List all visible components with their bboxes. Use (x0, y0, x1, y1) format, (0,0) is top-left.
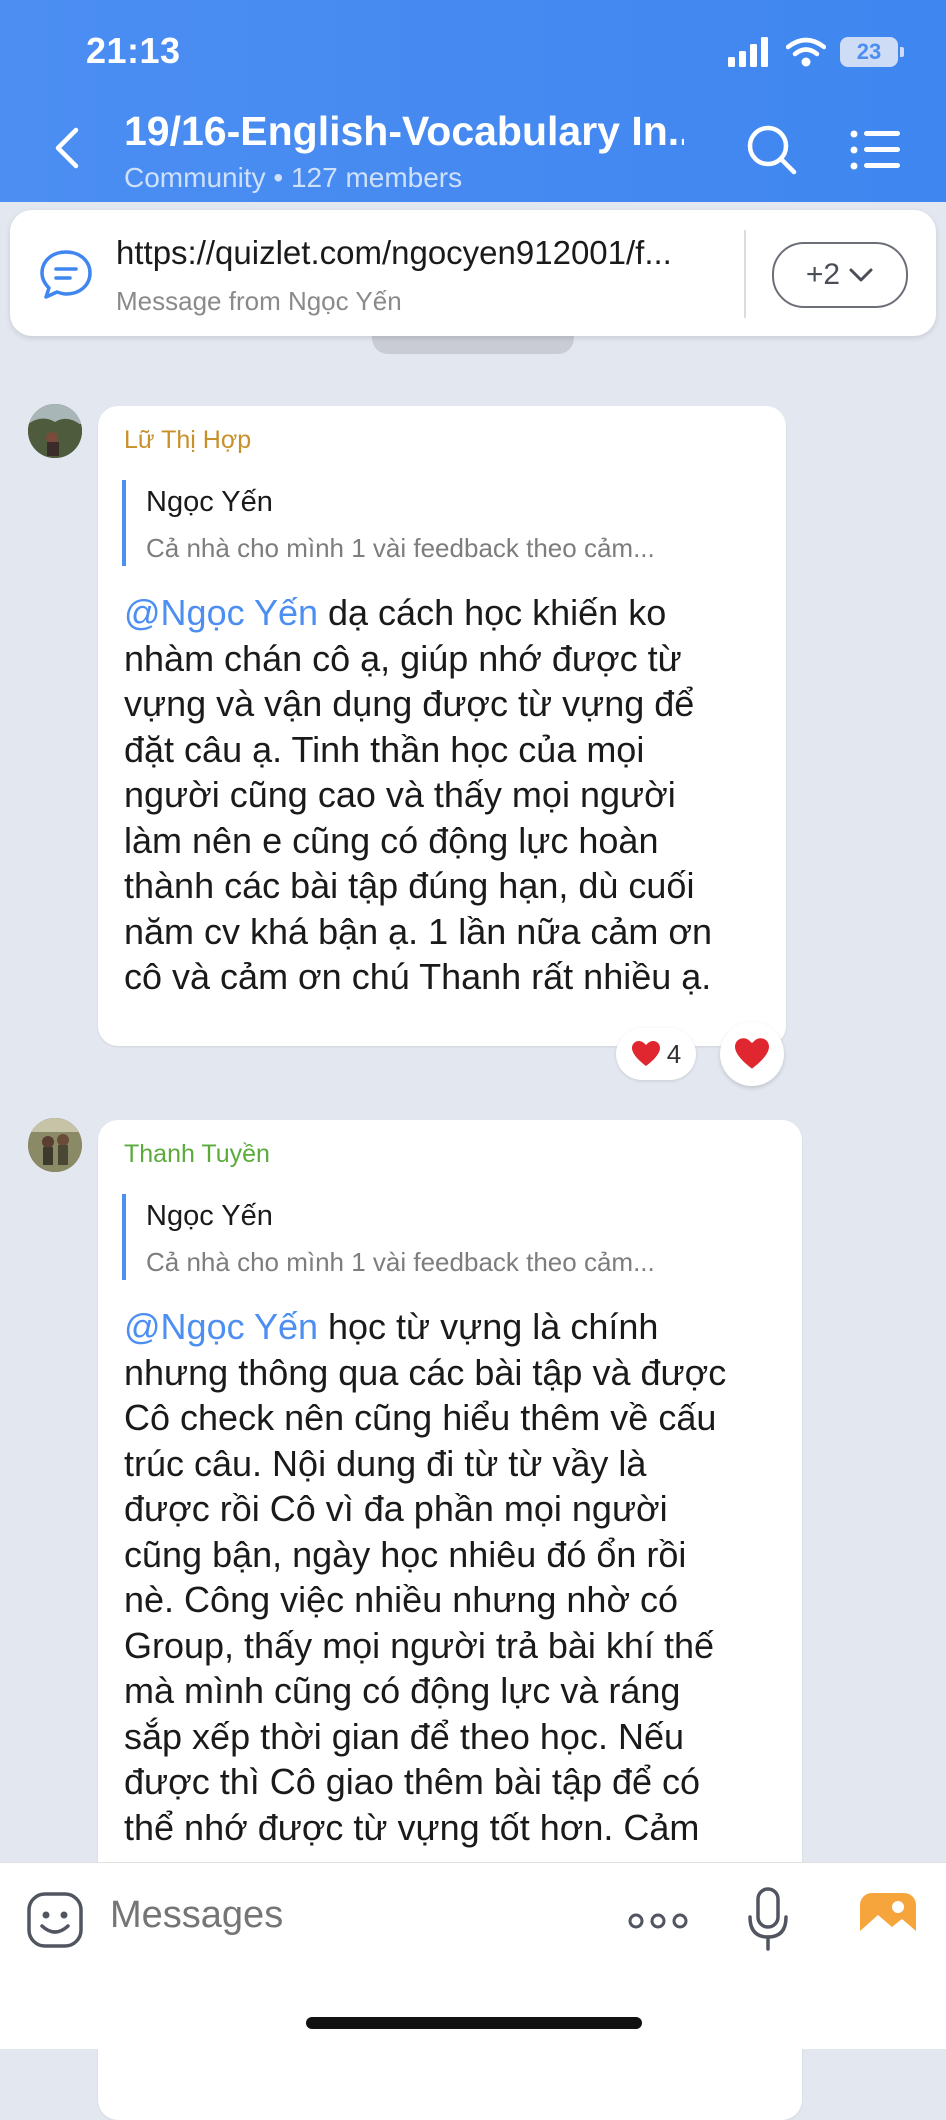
sender-name[interactable]: Thanh Tuyền (124, 1140, 270, 1169)
react-button[interactable] (720, 1022, 784, 1086)
message-text: @Ngọc Yến dạ cách học khiến ko nhàm chán… (124, 590, 712, 1000)
message-line: đặt câu ạ. Tinh thần học của mọi (124, 728, 645, 770)
message-line: dạ cách học khiến ko (318, 592, 667, 633)
microphone-icon (748, 1887, 788, 1951)
cellular-signal-icon (728, 37, 768, 67)
message-text: @Ngọc Yến học từ vựng là chính nhưng thô… (124, 1304, 726, 1850)
chat-header: 21:13 23 19/16-English-Vocabulary In... … (0, 0, 946, 202)
sticker-button[interactable] (26, 1891, 84, 1949)
message-line: cô và cảm ơn chú Thanh rất nhiều ạ. (124, 956, 712, 997)
back-button[interactable] (42, 118, 92, 178)
pinned-url[interactable]: https://quizlet.com/ngocyen912001/f... (116, 234, 726, 272)
reaction-summary[interactable]: 4 (616, 1028, 696, 1080)
pinned-message-bar[interactable]: https://quizlet.com/ngocyen912001/f... M… (10, 210, 936, 336)
avatar-photo (28, 404, 82, 458)
message-line: làm nên e cũng có động lực hoàn (124, 819, 659, 861)
chat-bubble-icon (40, 250, 92, 299)
quote-text: Cả nhà cho mình 1 vài feedback theo cảm.… (146, 1247, 655, 1277)
avatar[interactable] (28, 404, 82, 458)
quote-author: Ngọc Yến (146, 1200, 273, 1232)
pinned-more-label: +2 (805, 258, 841, 291)
wifi-icon (786, 37, 826, 67)
more-dots-icon (628, 1913, 688, 1929)
quote-text: Cả nhà cho mình 1 vài feedback theo cảm.… (146, 533, 655, 563)
quote-author: Ngọc Yến (146, 486, 273, 518)
message-line: vựng và vận dụng được từ vựng để (124, 683, 695, 724)
message-input[interactable] (108, 1893, 592, 1938)
message-composer (0, 1862, 946, 2049)
back-chevron-icon (55, 127, 79, 169)
mention[interactable]: @Ngọc Yến (124, 592, 318, 633)
heart-icon (631, 1041, 660, 1066)
pinned-more-button[interactable]: +2 (772, 242, 908, 308)
search-button[interactable] (744, 122, 800, 178)
message-line: Group, thấy mọi người trả bài khí thế (124, 1624, 714, 1666)
message-line: người cũng cao và thấy mọi người (124, 774, 676, 815)
message-line: trúc câu. Nội dung đi từ từ vầy là (124, 1442, 647, 1484)
gallery-icon (860, 1893, 916, 1945)
status-icons: 23 (728, 32, 904, 72)
voice-button[interactable] (744, 1885, 792, 1955)
more-options-button[interactable] (626, 1907, 690, 1935)
pinned-chat-icon (38, 246, 94, 302)
message-line: cũng bận, ngày học nhiêu đó ổn rồi (124, 1533, 687, 1575)
message-line: Cô check nên cũng hiểu thêm về cấu (124, 1397, 717, 1438)
battery-indicator: 23 (840, 37, 904, 67)
chevron-down-icon (849, 268, 873, 282)
message-line: học từ vựng là chính (318, 1306, 659, 1347)
menu-button[interactable] (850, 128, 902, 172)
sender-name[interactable]: Lữ Thị Hợp (124, 426, 251, 455)
reply-quote[interactable]: Ngọc Yến Cả nhà cho mình 1 vài feedback … (122, 480, 762, 566)
pinned-divider (744, 230, 746, 318)
message-line: mà mình cũng có động lực và ráng (124, 1670, 681, 1711)
message-line: nhàm chán cô ạ, giúp nhớ được từ (124, 637, 682, 679)
chat-title[interactable]: 19/16-English-Vocabulary In... (124, 108, 684, 155)
home-indicator (306, 2017, 642, 2029)
message-line: được thì Cô giao thêm bài tập để có (124, 1761, 701, 1802)
message-line: nè. Công việc nhiều nhưng nhờ có (124, 1579, 679, 1620)
message-line: được rồi Cô vì đa phần mọi người (124, 1488, 668, 1529)
avatar-photo (28, 1118, 82, 1172)
message-bubble[interactable]: Lữ Thị Hợp Ngọc Yến Cả nhà cho mình 1 và… (98, 406, 786, 1046)
status-time: 21:13 (86, 30, 181, 71)
mention[interactable]: @Ngọc Yến (124, 1306, 318, 1347)
message-line: nhưng thông qua các bài tập và được (124, 1351, 727, 1393)
search-icon (747, 125, 797, 175)
avatar[interactable] (28, 1118, 82, 1172)
message-line: thể nhớ được từ vựng tốt hơn. Cảm (124, 1806, 700, 1848)
heart-icon (735, 1038, 769, 1069)
sticker-icon (27, 1892, 83, 1948)
gallery-button[interactable] (858, 1891, 918, 1947)
reaction-count: 4 (666, 1038, 682, 1069)
pinned-from: Message from Ngọc Yến (116, 286, 402, 316)
reply-quote[interactable]: Ngọc Yến Cả nhà cho mình 1 vài feedback … (122, 1194, 762, 1280)
message-line: năm cv khá bận ạ. 1 lần nữa cảm ơn (124, 910, 713, 952)
menu-list-icon (850, 130, 900, 170)
message-line: thành các bài tập đúng hạn, dù cuối (124, 865, 695, 906)
chat-subtitle: Community • 127 members (124, 162, 463, 193)
message-line: sắp xếp thời gian để theo học. Nếu (124, 1715, 684, 1757)
